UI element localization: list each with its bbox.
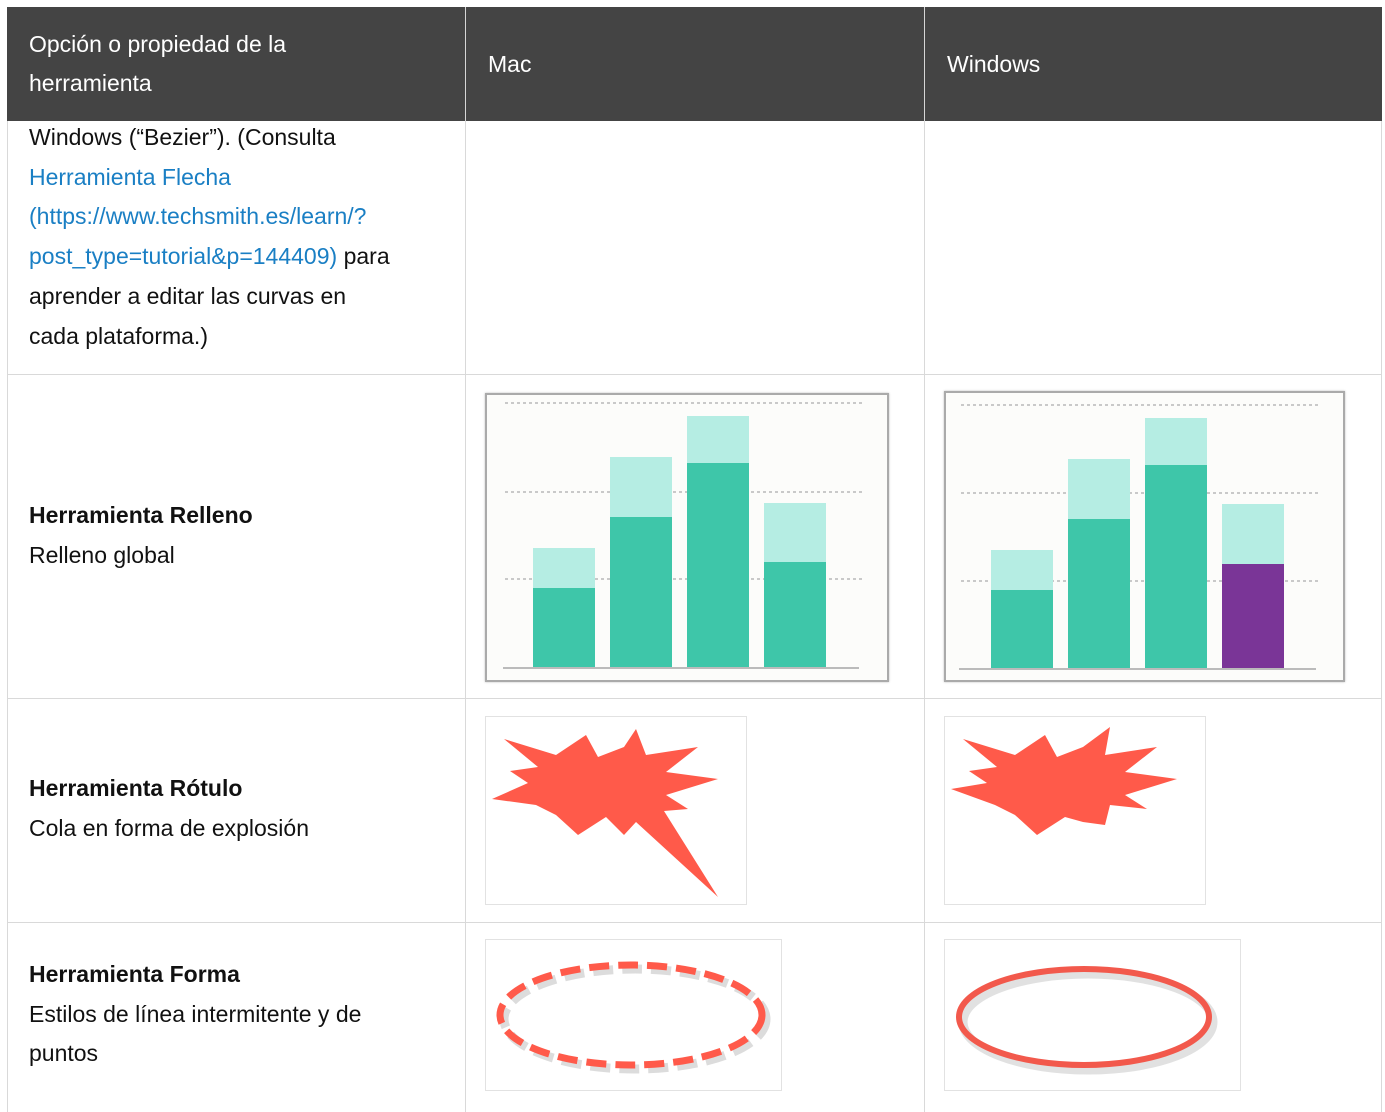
table-row: Herramienta Forma Estilos de línea inter… xyxy=(29,955,449,1074)
table-row: Herramienta Relleno Relleno global xyxy=(29,496,449,575)
row-divider xyxy=(7,374,1382,375)
arrow-tool-link[interactable]: Herramienta Flecha xyxy=(29,158,449,198)
tool-title: Herramienta Forma xyxy=(29,961,240,987)
table-border-right xyxy=(1381,121,1382,1112)
column-divider xyxy=(924,121,925,1112)
row-text: aprender a editar las curvas en xyxy=(29,282,347,309)
row-text: para xyxy=(343,243,390,270)
table-row: Windows (“Bezier”). (Consulta Herramient… xyxy=(29,118,449,356)
tool-description: puntos xyxy=(29,1040,99,1067)
shape-windows-image xyxy=(944,939,1241,1091)
shape-mac-image xyxy=(485,939,782,1091)
fill-mac-image xyxy=(485,393,889,682)
row-text: Windows (“Bezier”). (Consulta xyxy=(29,124,336,150)
fill-windows-image xyxy=(944,391,1345,682)
header-windows: Windows xyxy=(924,7,1382,121)
row-text: cada plataforma.) xyxy=(29,322,208,349)
tool-title: Herramienta Relleno xyxy=(29,502,253,528)
callout-windows-image xyxy=(944,716,1206,905)
arrow-tool-link-url[interactable]: post_type=tutorial&p=144409) xyxy=(29,243,337,269)
table-header: Opción o propiedad de la herramienta Mac… xyxy=(7,7,1382,121)
header-option: Opción o propiedad de la herramienta xyxy=(29,31,287,96)
row-divider xyxy=(7,698,1382,699)
tool-title: Herramienta Rótulo xyxy=(29,775,243,801)
table-row: Herramienta Rótulo Cola en forma de expl… xyxy=(29,769,449,848)
arrow-tool-link-url[interactable]: (https://www.techsmith.es/learn/? xyxy=(29,197,449,237)
callout-mac-image xyxy=(485,716,747,905)
column-divider xyxy=(465,121,466,1112)
row-divider xyxy=(7,922,1382,923)
tool-description: Estilos de línea intermitente y de xyxy=(29,1000,362,1027)
tool-description: Relleno global xyxy=(29,541,175,568)
header-mac: Mac xyxy=(465,7,923,121)
table-border-left xyxy=(7,121,8,1112)
tool-description: Cola en forma de explosión xyxy=(29,814,309,841)
